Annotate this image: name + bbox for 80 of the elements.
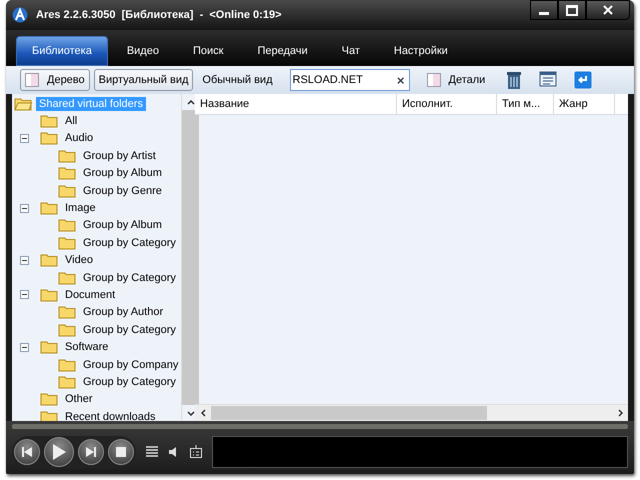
tree-item[interactable]: Group by Album: [80, 166, 165, 180]
playlist-icon[interactable]: [146, 446, 158, 458]
close-button[interactable]: [586, 0, 630, 20]
collapse-toggle[interactable]: [20, 256, 29, 265]
skip-back-icon: [21, 446, 33, 458]
folder-icon: [40, 340, 58, 354]
collapse-toggle[interactable]: [20, 342, 29, 352]
clear-button[interactable]: ×: [396, 72, 404, 88]
folder-icon: [58, 218, 76, 232]
tree-item[interactable]: Image: [62, 201, 99, 216]
tab[interactable]: Поиск: [178, 36, 238, 66]
tab[interactable]: Настройки: [378, 36, 463, 66]
tree-item[interactable]: Group by Album: [80, 218, 165, 232]
column-header[interactable]: Исполнит.: [397, 94, 497, 114]
previous-button[interactable]: [14, 438, 40, 464]
column-header[interactable]: Название: [195, 94, 397, 114]
horizontal-scrollbar[interactable]: [195, 404, 628, 421]
tree-item[interactable]: Group by Company: [80, 358, 182, 372]
folder-icon: [58, 236, 76, 250]
folder-icon: [40, 131, 58, 146]
maximize-button[interactable]: [558, 0, 586, 20]
tree-item[interactable]: Document: [62, 288, 118, 302]
tab[interactable]: Чат: [326, 36, 375, 66]
tree-item[interactable]: Group by Author: [80, 305, 166, 320]
folder-icon: [58, 148, 76, 163]
scroll-right-icon[interactable]: [618, 409, 622, 417]
tree-item[interactable]: Group by Artist: [80, 148, 159, 163]
stop-icon: [116, 446, 126, 456]
search-field[interactable]: RSLOAD.NET ×: [290, 69, 410, 91]
folder-icon: [58, 358, 76, 372]
view-button[interactable]: Обычный вид: [197, 69, 278, 91]
folder-icon: [58, 322, 76, 337]
folder-icon: [58, 305, 76, 320]
trash-icon[interactable]: [506, 70, 522, 90]
folder-icon: [58, 270, 76, 285]
column-header[interactable]: Жанр: [554, 94, 615, 114]
tree-item[interactable]: Group by Category: [80, 374, 179, 389]
tree-item[interactable]: Group by Category: [80, 270, 179, 285]
tree-item[interactable]: All: [62, 114, 80, 128]
logo-icon: [12, 7, 28, 23]
close-icon: [603, 5, 613, 15]
tab[interactable]: Видео: [112, 36, 174, 66]
view-button[interactable]: Виртуальный вид: [94, 69, 194, 91]
tree-item[interactable]: Software: [62, 340, 112, 354]
tree-item[interactable]: Group by Category: [80, 322, 179, 337]
folder-icon: [58, 166, 76, 180]
skip-forward-icon: [85, 446, 97, 458]
details-button[interactable]: Детали: [422, 69, 490, 91]
column-header[interactable]: Тип м...: [497, 94, 554, 114]
tree-item[interactable]: Group by Category: [80, 236, 179, 250]
collapse-toggle[interactable]: [20, 290, 29, 300]
folder-icon: [40, 253, 58, 268]
next-button[interactable]: [78, 438, 104, 464]
list-window-icon[interactable]: [538, 71, 558, 89]
scroll-left-icon[interactable]: [200, 409, 206, 417]
tab[interactable]: Библиотека: [16, 36, 108, 66]
vertical-scrollbar[interactable]: [181, 94, 200, 421]
collapse-toggle[interactable]: [20, 204, 29, 213]
folder-icon: [58, 184, 76, 198]
play-button[interactable]: [44, 436, 74, 466]
tab[interactable]: Передачи: [242, 36, 323, 66]
minimize-button[interactable]: [530, 0, 558, 20]
scroll-up-icon[interactable]: [186, 100, 195, 104]
folder-icon: [40, 114, 58, 128]
play-icon: [52, 444, 66, 460]
scroll-down-icon[interactable]: [186, 410, 195, 416]
folder-icon: [40, 201, 58, 216]
folder-icon: [40, 392, 58, 406]
tree-view-button[interactable]: Дерево: [20, 69, 90, 91]
stop-button[interactable]: [108, 438, 134, 464]
tree-item[interactable]: Audio: [62, 131, 96, 146]
folder-icon: [58, 374, 76, 389]
folder-icon: [40, 288, 58, 302]
tree-item[interactable]: Video: [62, 253, 96, 268]
screen-icon[interactable]: [190, 444, 202, 458]
tree-item[interactable]: Group by Genre: [80, 184, 165, 198]
tree-item[interactable]: Other: [62, 392, 96, 406]
tree-item[interactable]: Recent downloads: [62, 410, 159, 424]
collapse-toggle[interactable]: [20, 134, 29, 143]
window-title: Ares 2.2.6.3050 [Библиотека] - <Online 0:19>: [36, 9, 282, 21]
